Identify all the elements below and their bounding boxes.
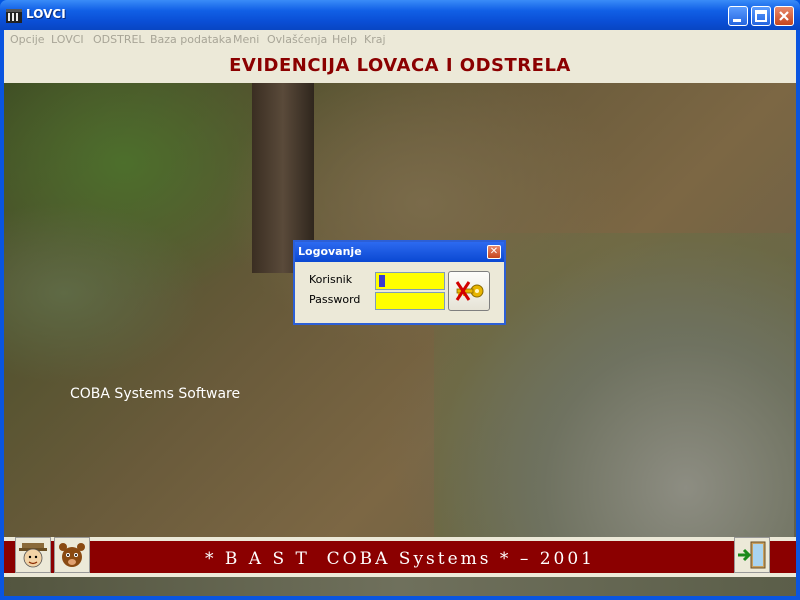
footer-text: * B A S T COBA Systems * – 2001 bbox=[205, 549, 595, 569]
username-field[interactable] bbox=[375, 272, 445, 290]
app-icon bbox=[6, 8, 22, 23]
window-frame-left bbox=[0, 30, 4, 600]
text-cursor bbox=[379, 275, 385, 287]
password-field[interactable] bbox=[375, 292, 445, 310]
close-button[interactable] bbox=[774, 6, 794, 26]
menu-help[interactable]: Help bbox=[332, 33, 357, 46]
login-dialog: Logovanje ✕ Korisnik Password bbox=[293, 240, 506, 325]
close-icon bbox=[779, 11, 789, 21]
menu-lovci[interactable]: LOVCI bbox=[51, 33, 84, 46]
exit-door-icon bbox=[738, 541, 766, 569]
menu-ovlascenja[interactable]: Ovlašćenja bbox=[267, 33, 327, 46]
forest-background-bottom bbox=[4, 577, 796, 597]
app-window: LOVCI Opcije LOVCI ODSTREL Baza podataka… bbox=[0, 0, 800, 600]
forest-background: COBA Systems Software bbox=[4, 83, 796, 597]
title-bar[interactable]: LOVCI bbox=[0, 0, 800, 30]
minimize-button[interactable] bbox=[728, 6, 748, 26]
dialog-title-bar[interactable]: Logovanje ✕ bbox=[295, 242, 504, 262]
menu-kraj[interactable]: Kraj bbox=[364, 33, 386, 46]
username-label: Korisnik bbox=[309, 273, 353, 286]
maximize-icon bbox=[755, 10, 767, 22]
menu-opcije[interactable]: Opcije bbox=[10, 33, 45, 46]
bottom-toolbar: * B A S T COBA Systems * – 2001 bbox=[4, 537, 796, 577]
hunters-button[interactable] bbox=[15, 537, 51, 573]
window-frame-right bbox=[796, 30, 800, 600]
dialog-title: Logovanje bbox=[298, 245, 362, 258]
animal-icon bbox=[59, 543, 85, 567]
game-animals-button[interactable] bbox=[54, 537, 90, 573]
close-icon: ✕ bbox=[489, 246, 499, 257]
watermark-text: COBA Systems Software bbox=[70, 386, 241, 402]
footer-bar: * B A S T COBA Systems * – 2001 bbox=[4, 541, 796, 573]
maximize-button[interactable] bbox=[751, 6, 771, 26]
menu-baza-podataka[interactable]: Baza podataka bbox=[150, 33, 232, 46]
window-title: LOVCI bbox=[26, 7, 66, 21]
minimize-icon bbox=[733, 19, 741, 22]
menu-bar: Opcije LOVCI ODSTREL Baza podataka Meni … bbox=[4, 30, 796, 50]
menu-odstrel[interactable]: ODSTREL bbox=[93, 33, 145, 46]
key-icon bbox=[455, 281, 484, 301]
exit-button[interactable] bbox=[734, 537, 770, 573]
banner: EVIDENCIJA LOVACA I ODSTRELA bbox=[4, 50, 796, 83]
dialog-close-button[interactable]: ✕ bbox=[487, 245, 501, 259]
hunter-icon bbox=[19, 543, 47, 568]
menu-meni[interactable]: Meni bbox=[233, 33, 259, 46]
window-frame-bottom bbox=[0, 596, 800, 600]
password-label: Password bbox=[309, 293, 361, 306]
login-button[interactable] bbox=[448, 271, 490, 311]
page-title: EVIDENCIJA LOVACA I ODSTRELA bbox=[229, 55, 571, 76]
